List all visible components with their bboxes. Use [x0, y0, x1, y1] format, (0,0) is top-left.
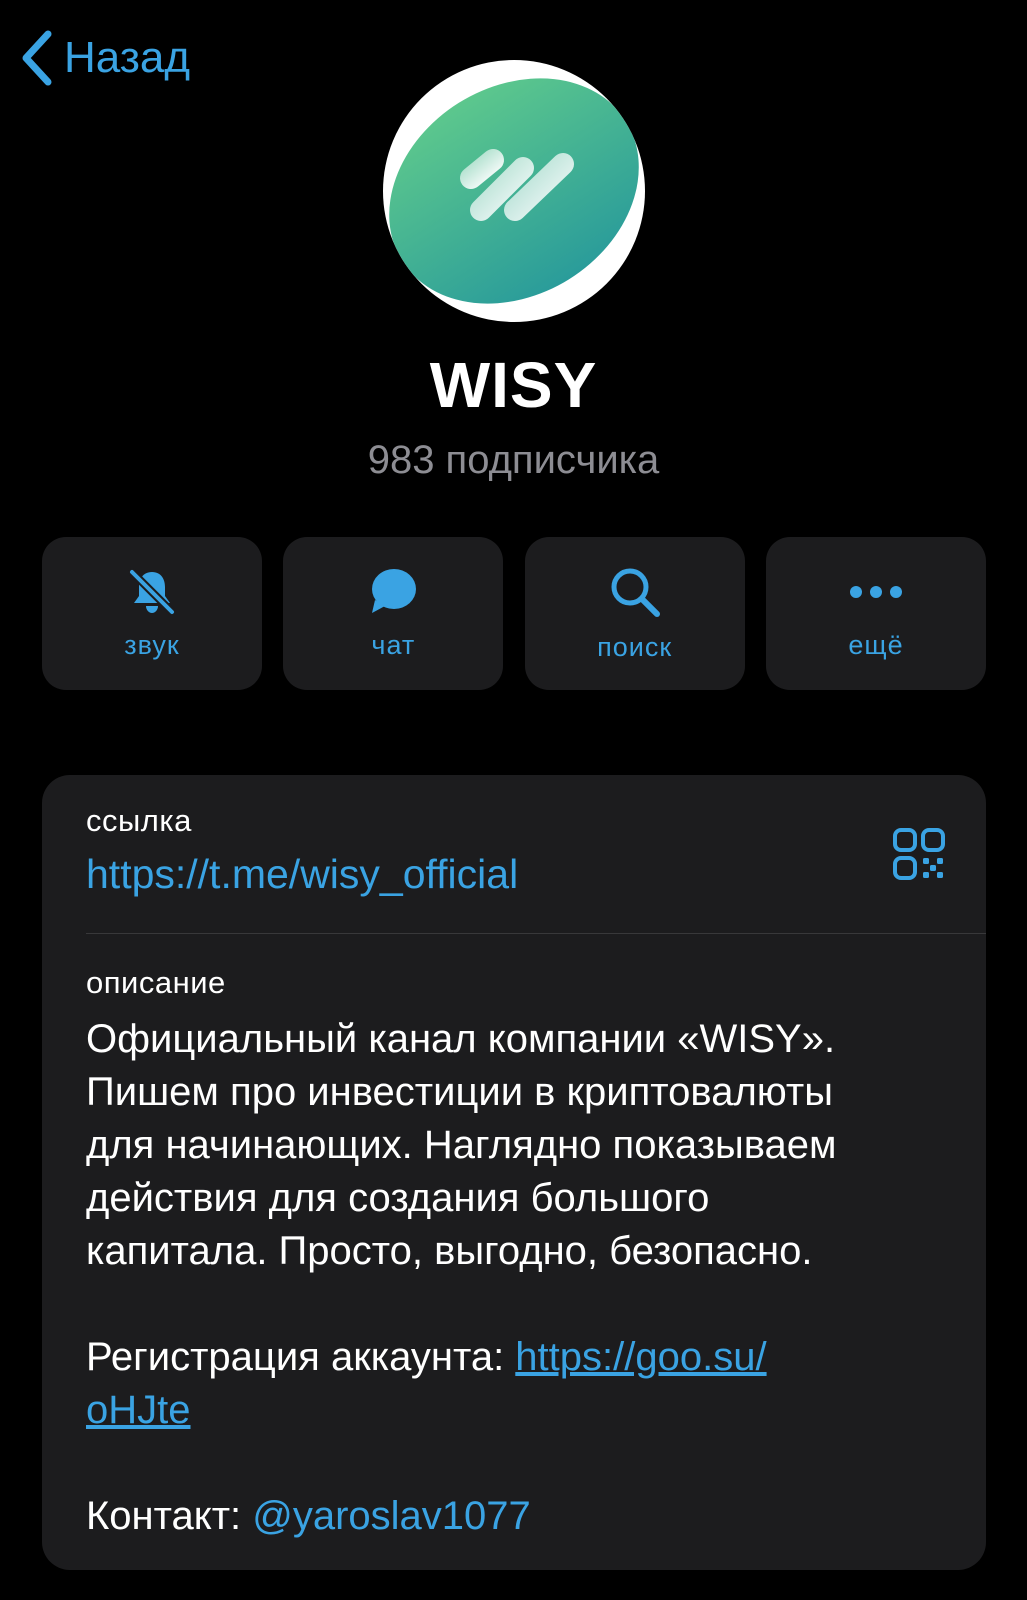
chat-label: чат	[371, 630, 416, 660]
contact-prefix: Контакт:	[86, 1494, 253, 1538]
wisy-logo-icon	[389, 78, 639, 304]
qr-code-icon	[892, 828, 946, 885]
more-button[interactable]: ещё	[765, 537, 986, 690]
description-section: описание Официальный канал компании «WIS…	[86, 965, 946, 1543]
description-line: Официальный канал компании «WISY».	[86, 1017, 836, 1061]
chat-button[interactable]: чат	[283, 537, 504, 690]
registration-line: Регистрация аккаунта: https://goo.su/	[86, 1331, 946, 1384]
channel-info-page: Назад WISY 983 подписчика звук чат поиск…	[0, 0, 1027, 1600]
search-label: поиск	[597, 632, 673, 662]
search-button[interactable]: поиск	[524, 537, 745, 690]
info-card: ссылка https://t.me/wisy_official описан…	[42, 775, 986, 1570]
chevron-left-icon	[20, 30, 54, 86]
qr-code-button[interactable]	[892, 827, 946, 886]
channel-title: WISY	[429, 349, 598, 421]
divider	[86, 933, 986, 934]
channel-link[interactable]: https://t.me/wisy_official	[86, 851, 946, 898]
description-line: действия для создания большого	[86, 1176, 710, 1220]
action-bar: звук чат поиск ещё	[42, 537, 986, 690]
chat-bubble-icon	[367, 566, 419, 618]
mute-label: звук	[124, 630, 180, 660]
more-dots-icon	[846, 566, 906, 618]
back-button[interactable]: Назад	[20, 30, 190, 86]
registration-prefix: Регистрация аккаунта:	[86, 1335, 516, 1379]
description-line: Пишем про инвестиции в криптовалюты	[86, 1070, 833, 1114]
subscriber-count: 983 подписчика	[367, 438, 660, 482]
description-field-label: описание	[86, 965, 226, 1000]
link-section: ссылка https://t.me/wisy_official	[86, 803, 946, 898]
registration-line-2: oHJte	[86, 1384, 946, 1437]
description-line: капитала. Просто, выгодно, безопасно.	[86, 1229, 813, 1273]
registration-link-continued[interactable]: oHJte	[86, 1388, 191, 1432]
more-label: ещё	[848, 630, 904, 660]
back-label: Назад	[64, 33, 191, 82]
description-line: для начинающих. Наглядно показываем	[86, 1123, 837, 1167]
link-field-label: ссылка	[86, 803, 192, 838]
registration-link[interactable]: https://goo.su/	[515, 1335, 766, 1379]
search-icon	[607, 564, 663, 620]
description-text: Официальный канал компании «WISY». Пишем…	[86, 1013, 946, 1543]
contact-mention[interactable]: @yaroslav1077	[252, 1494, 531, 1538]
channel-avatar[interactable]	[383, 60, 645, 322]
mute-button[interactable]: звук	[42, 537, 262, 690]
contact-line: Контакт: @yaroslav1077	[86, 1490, 946, 1543]
bell-slash-icon	[126, 566, 178, 618]
